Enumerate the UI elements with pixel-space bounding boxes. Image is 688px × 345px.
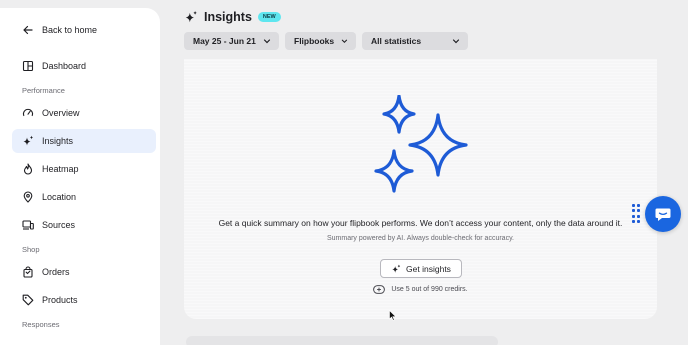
sidebar-item-label: Products (42, 295, 78, 305)
date-range-dropdown[interactable]: May 25 - Jun 21 (184, 32, 279, 50)
mouse-cursor-icon (389, 310, 397, 321)
summary-text: Get a quick summary on how your flipbook… (218, 218, 623, 228)
sidebar-item-insights[interactable]: Insights (12, 129, 156, 153)
sidebar-item-overview[interactable]: Overview (12, 101, 156, 125)
section-label-responses: Responses (22, 320, 60, 329)
back-to-home-label: Back to home (42, 25, 98, 35)
sparkles-illustration-icon (374, 95, 468, 193)
arrow-left-icon (23, 25, 33, 35)
ai-disclaimer: Summary powered by AI. Always double-che… (326, 235, 514, 242)
chevron-down-icon (452, 39, 460, 44)
new-badge: NEW (257, 12, 281, 22)
sidebar-item-dashboard[interactable]: Dashboard (12, 54, 156, 78)
sidebar-item-heatmap[interactable]: Heatmap (12, 157, 156, 181)
page-title: Insights (204, 10, 252, 24)
dashboard-icon (22, 60, 34, 72)
filter-bar: May 25 - Jun 21 Flipbooks All statistics (184, 32, 468, 50)
sidebar-item-sources[interactable]: Sources (12, 213, 156, 237)
sidebar-item-label: Overview (42, 108, 80, 118)
sidebar-item-products[interactable]: Products (12, 288, 156, 312)
sidebar-item-location[interactable]: Location (12, 185, 156, 209)
get-insights-label: Get insights (406, 263, 451, 274)
statistics-dropdown[interactable]: All statistics (362, 32, 468, 50)
section-label-performance: Performance (22, 86, 65, 95)
devices-icon (22, 220, 34, 230)
sidebar-item-orders[interactable]: Orders (12, 260, 156, 284)
credits-text: Use 5 out of 990 credirs. (391, 286, 468, 293)
location-pin-icon (23, 191, 33, 203)
flipbooks-value: Flipbooks (294, 36, 335, 46)
credit-token-icon (373, 285, 386, 294)
page-header: Insights NEW (184, 10, 281, 24)
shopping-bag-icon (23, 266, 33, 278)
back-to-home-link[interactable]: Back to home (12, 18, 156, 42)
get-insights-button[interactable]: Get insights (380, 259, 462, 278)
chat-button[interactable] (645, 196, 681, 232)
insights-card: Get a quick summary on how your flipbook… (184, 59, 657, 319)
next-card (186, 336, 498, 345)
sidebar: Back to home Dashboard Performance Overv… (0, 8, 160, 345)
credits-info: Use 5 out of 990 credirs. (184, 285, 657, 294)
chevron-down-icon (263, 39, 271, 44)
statistics-value: All statistics (371, 36, 422, 46)
sparkle-icon (392, 264, 401, 273)
date-range-value: May 25 - Jun 21 (193, 36, 256, 46)
section-label-shop: Shop (22, 245, 40, 254)
flipbooks-dropdown[interactable]: Flipbooks (285, 32, 356, 50)
chat-bubble-icon (655, 208, 671, 221)
gauge-icon (22, 108, 34, 117)
tag-icon (22, 294, 34, 306)
sidebar-item-label: Location (42, 192, 77, 202)
drag-handle[interactable] (632, 204, 640, 224)
sidebar-item-label: Insights (42, 136, 74, 146)
sidebar-item-label: Orders (42, 267, 70, 277)
sparkle-icon (185, 10, 197, 23)
sidebar-item-label: Heatmap (42, 164, 79, 174)
chevron-down-icon (341, 39, 348, 44)
sidebar-item-label: Sources (42, 220, 76, 230)
sparkle-icon (23, 135, 33, 146)
flame-icon (23, 163, 33, 175)
sidebar-item-label: Dashboard (42, 61, 87, 71)
